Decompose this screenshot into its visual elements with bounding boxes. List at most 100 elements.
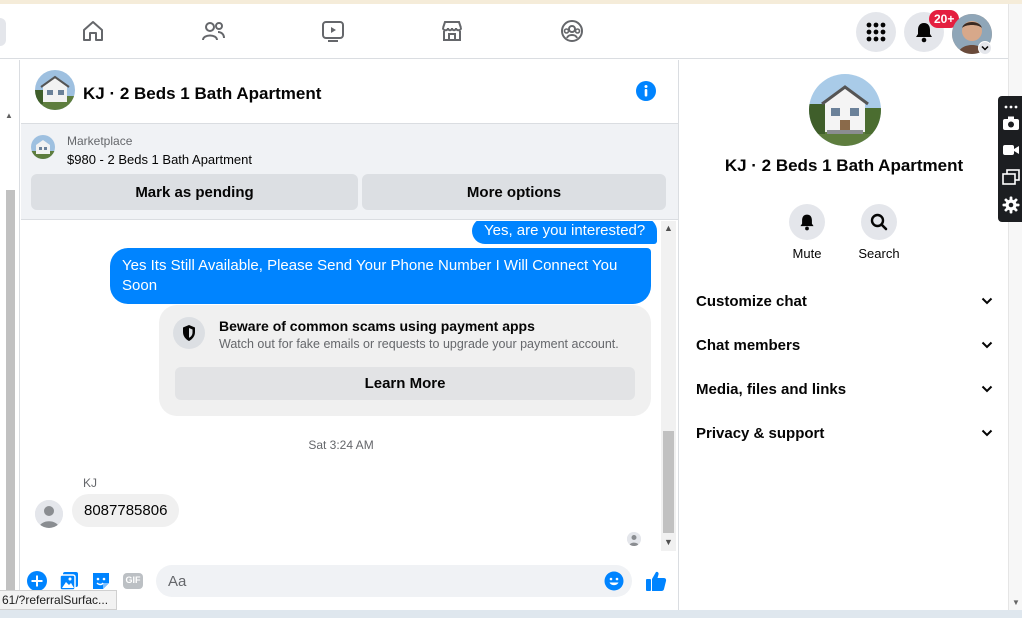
attach-photo-button[interactable] [58, 570, 80, 592]
media-files-links-section[interactable]: Media, files and links [696, 375, 994, 403]
windows-button[interactable] [1002, 168, 1020, 186]
section-label: Media, files and links [696, 380, 847, 398]
chat-details-title: KJ · 2 Beds 1 Bath Apartment [724, 156, 964, 175]
camera-icon [1003, 116, 1019, 130]
settings-button[interactable] [1002, 196, 1020, 214]
thumbs-up-icon[interactable] [644, 569, 668, 593]
outgoing-message[interactable]: Yes Its Still Available, Please Send You… [110, 248, 651, 304]
chevron-down-icon [981, 429, 993, 437]
menu-button[interactable] [856, 12, 896, 52]
emoji-icon[interactable] [604, 571, 624, 591]
tab-groups[interactable] [542, 10, 602, 52]
plus-circle-icon [27, 571, 47, 591]
scroll-down-arrow[interactable]: ▼ [1012, 598, 1020, 607]
section-label: Chat members [696, 336, 801, 354]
chevron-down-icon [981, 45, 989, 51]
chat-details-panel: KJ · 2 Beds 1 Bath Apartment Mute Search… [678, 60, 1008, 610]
nav-edge [0, 18, 6, 46]
message-scrollbar[interactable]: ▲ ▼ [661, 221, 676, 551]
scam-warning-subtitle: Watch out for fake emails or requests to… [219, 337, 619, 351]
more-options-button[interactable]: More options [362, 174, 666, 210]
gif-label: GIF [125, 575, 141, 585]
house-photo-icon [809, 74, 881, 146]
screenshot-button[interactable] [1002, 114, 1020, 132]
message-list: Yes, are you interested? Yes Its Still A… [21, 221, 661, 551]
incoming-message[interactable]: 8087785806 [72, 494, 180, 527]
default-avatar-icon [35, 500, 63, 528]
tab-marketplace[interactable] [422, 10, 482, 52]
photo-icon [59, 572, 78, 591]
sender-name: KJ [83, 476, 98, 490]
mute-button[interactable]: Mute [777, 204, 837, 261]
tab-home[interactable] [63, 10, 123, 52]
info-icon[interactable] [635, 80, 657, 102]
top-navigation: 20+ [0, 4, 1008, 59]
customize-chat-section[interactable]: Customize chat [696, 287, 994, 315]
search-icon-circle [861, 204, 897, 240]
friends-icon [202, 22, 225, 41]
chat-header: KJ · 2 Beds 1 Bath Apartment [21, 60, 678, 124]
video-camera-icon [1003, 145, 1019, 155]
tab-watch[interactable] [303, 10, 363, 52]
grid-menu-icon [866, 22, 886, 42]
section-label: Customize chat [696, 292, 807, 310]
more-dots-icon [1004, 105, 1018, 109]
section-label: Privacy & support [696, 424, 825, 442]
groups-icon [561, 20, 583, 42]
outgoing-message[interactable]: Yes, are you interested? [472, 221, 658, 244]
listing-title[interactable]: $980 - 2 Beds 1 Bath Apartment [67, 152, 252, 167]
chat-title[interactable]: KJ · 2 Beds 1 Bath Apartment [83, 84, 321, 104]
left-scrollbar-thumb[interactable] [6, 190, 15, 590]
mute-icon-circle [789, 204, 825, 240]
scroll-up-arrow[interactable]: ▲ [664, 223, 673, 233]
house-photo-icon [31, 135, 55, 159]
left-scroll-up-arrow[interactable]: ▲ [5, 111, 13, 120]
privacy-support-section[interactable]: Privacy & support [696, 419, 994, 447]
bell-icon [800, 214, 814, 231]
gear-icon [1002, 196, 1020, 214]
windows-icon [1002, 169, 1020, 185]
mute-label: Mute [792, 246, 822, 261]
marketplace-icon [442, 21, 462, 41]
marketplace-label: Marketplace [67, 134, 133, 148]
message-input[interactable] [168, 572, 588, 590]
scam-warning-title: Beware of common scams using payment app… [219, 318, 535, 334]
chevron-down-icon [981, 341, 993, 349]
tab-friends[interactable] [183, 10, 243, 52]
more-actions-button[interactable] [26, 570, 48, 592]
message-input-box[interactable] [156, 565, 632, 597]
chevron-down-icon [981, 385, 993, 393]
chat-details-avatar[interactable] [809, 74, 881, 146]
message-timestamp: Sat 3:24 AM [308, 438, 374, 452]
sender-avatar[interactable] [35, 500, 63, 528]
account-menu-chevron[interactable] [978, 41, 992, 55]
os-taskbar-edge [0, 610, 1022, 618]
mark-as-pending-button[interactable]: Mark as pending [31, 174, 358, 210]
gif-button[interactable]: GIF [122, 570, 144, 592]
record-button[interactable] [1002, 141, 1020, 159]
scrollbar-thumb[interactable] [663, 431, 674, 533]
page-scrollbar[interactable]: ▼ [1008, 4, 1022, 610]
scroll-down-arrow[interactable]: ▼ [664, 537, 673, 547]
search-icon [870, 213, 888, 231]
scam-warning-card: Beware of common scams using payment app… [159, 305, 651, 416]
shield-icon [173, 317, 205, 349]
status-bar-url: 61/?referralSurfac... [0, 590, 118, 610]
home-icon [83, 21, 103, 41]
sticker-button[interactable] [90, 570, 112, 592]
search-button[interactable]: Search [849, 204, 909, 261]
default-avatar-icon [627, 532, 641, 546]
video-icon [322, 21, 344, 42]
marketplace-banner: Marketplace $980 - 2 Beds 1 Bath Apartme… [21, 124, 678, 220]
search-label: Search [858, 246, 900, 261]
floating-toolbar [998, 96, 1022, 222]
chat-avatar[interactable] [35, 70, 75, 110]
chat-members-section[interactable]: Chat members [696, 331, 994, 359]
listing-thumbnail[interactable] [31, 135, 55, 159]
chevron-down-icon [981, 297, 993, 305]
seen-indicator-avatar [627, 532, 641, 546]
house-photo-icon [35, 70, 75, 110]
message-composer: GIF [21, 560, 678, 602]
learn-more-button[interactable]: Learn More [175, 367, 635, 400]
sticker-icon [93, 573, 109, 589]
